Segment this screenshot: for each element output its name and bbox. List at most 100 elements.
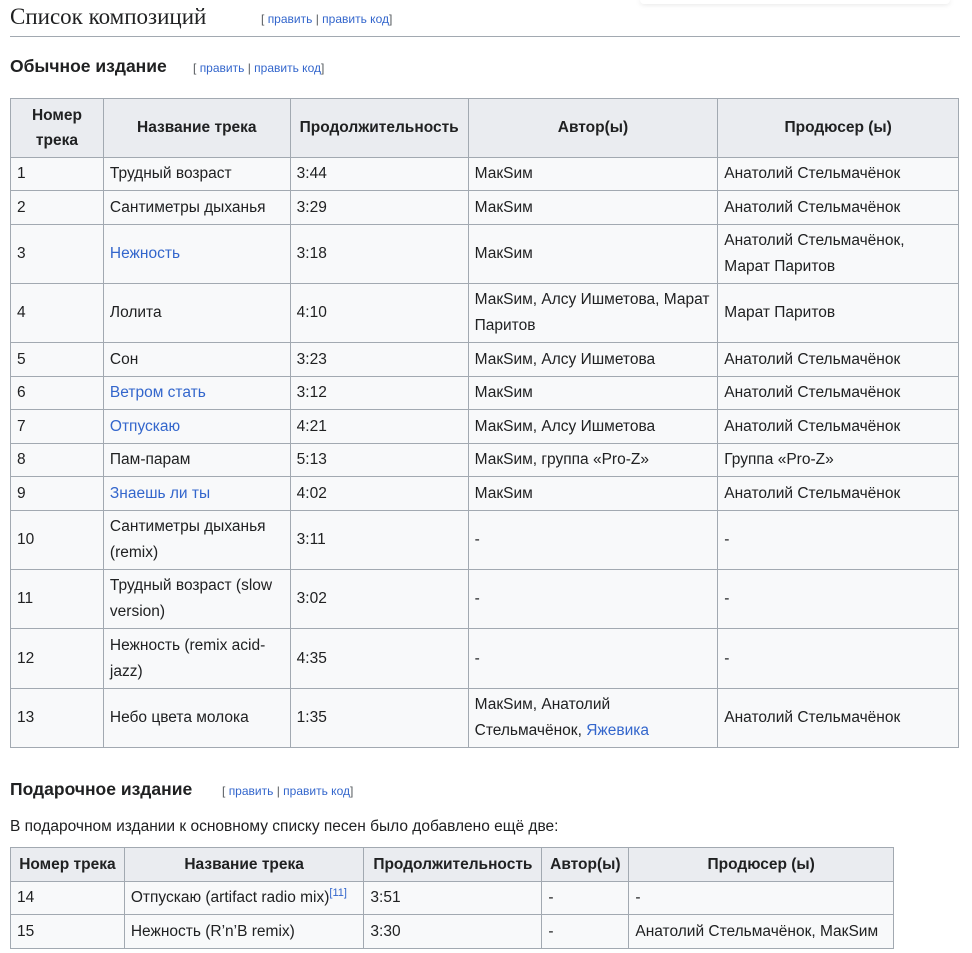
track-number: 8 — [10, 443, 104, 477]
track-producers: Анатолий Стельмачёнок, МакSим — [628, 914, 894, 949]
header-producers: Продюсер (ы) — [628, 847, 894, 882]
track-title: Нежность (remix acid-jazz) — [102, 628, 291, 689]
table-row: 1 Трудный возраст 3:44 МакSим Анатолий С… — [10, 157, 959, 191]
track-authors: МакSим — [467, 476, 719, 511]
track-title: Пам-парам — [102, 443, 291, 477]
edit-link[interactable]: править — [229, 784, 274, 798]
track-title-link[interactable]: Знаешь ли ты — [110, 485, 210, 502]
header-producers: Продюсер (ы) — [717, 98, 959, 158]
table-row: 14 Отпускаю (artifact radio mix)[11] 3:5… — [10, 881, 894, 915]
header-duration: Продолжительность — [289, 98, 469, 158]
track-title-text: Отпускаю (artifact radio mix) — [130, 889, 330, 906]
track-number: 14 — [10, 881, 125, 915]
track-number: 11 — [10, 569, 104, 629]
track-duration: 3:18 — [289, 224, 469, 284]
regular-heading: Обычное издание — [10, 56, 167, 76]
table-row: 13 Небо цвета молока 1:35 МакSим, Анатол… — [10, 688, 959, 748]
track-producers: - — [717, 569, 959, 629]
track-number: 13 — [10, 688, 104, 748]
track-producers: Анатолий Стельмачёнок — [717, 157, 959, 191]
gift-edit-links: [ править | править код] — [222, 784, 353, 798]
track-duration: 3:29 — [289, 190, 469, 225]
header-track-number: Номер трека — [10, 98, 104, 158]
table-row: 12 Нежность (remix acid-jazz) 4:35 - - — [10, 628, 959, 689]
header-track-number: Номер трека — [10, 847, 125, 882]
track-producers: - — [717, 510, 959, 570]
track-authors: МакSим, Алсу Ишметова — [467, 342, 719, 377]
track-duration: 4:21 — [289, 409, 469, 444]
table-row: 15 Нежность (R’n’B remix) 3:30 - Анатоли… — [10, 914, 894, 949]
track-title: Ветром стать — [102, 376, 291, 410]
track-title: Нежность — [102, 224, 291, 284]
track-title: Небо цвета молока — [102, 688, 291, 748]
track-number: 4 — [10, 283, 104, 343]
track-number: 10 — [10, 510, 104, 570]
separator: | — [247, 61, 251, 75]
track-authors: МакSим — [467, 224, 719, 284]
edit-link[interactable]: править — [200, 61, 245, 75]
track-title: Сон — [102, 342, 291, 377]
track-authors: МакSим — [467, 190, 719, 225]
separator: | — [315, 12, 319, 26]
table-row: 8 Пам-парам 5:13 МакSим, группа «Pro-Z» … — [10, 443, 959, 477]
track-title: Знаешь ли ты — [102, 476, 291, 511]
track-authors: МакSим, Анатолий Стельмачёнок, Яжевика — [467, 688, 719, 748]
table-row: 9 Знаешь ли ты 4:02 МакSим Анатолий Стел… — [10, 476, 959, 511]
track-authors: - — [467, 569, 719, 629]
author-link[interactable]: Яжевика — [586, 722, 649, 739]
track-title-link[interactable]: Ветром стать — [110, 384, 206, 401]
track-duration: 4:10 — [289, 283, 469, 343]
track-number: 5 — [10, 342, 104, 377]
track-producers: Анатолий Стельмачёнок, Марат Паритов — [717, 224, 959, 284]
track-authors: МакSим — [467, 376, 719, 410]
table-row: 3 Нежность 3:18 МакSим Анатолий Стельмач… — [10, 224, 959, 284]
track-number: 1 — [10, 157, 104, 191]
track-authors: МакSим, группа «Pro-Z» — [467, 443, 719, 477]
track-producers: Анатолий Стельмачёнок — [717, 409, 959, 444]
track-producers: Марат Паритов — [717, 283, 959, 343]
track-duration: 3:02 — [289, 569, 469, 629]
track-title: Сантиметры дыханья — [102, 190, 291, 225]
track-producers: Анатолий Стельмачёнок — [717, 342, 959, 377]
track-duration: 3:44 — [289, 157, 469, 191]
track-producers: Анатолий Стельмачёнок — [717, 376, 959, 410]
section-title: Список композиций — [10, 4, 207, 29]
track-number: 15 — [10, 914, 125, 949]
track-number: 9 — [10, 476, 104, 511]
track-title: Сантиметры дыханья (remix) — [102, 510, 291, 570]
table-row: 5 Сон 3:23 МакSим, Алсу Ишметова Анатоли… — [10, 342, 959, 377]
gift-heading: Подарочное издание — [10, 779, 193, 799]
edit-link[interactable]: править — [268, 12, 313, 26]
table-header-row: Номер трека Название трека Продолжительн… — [10, 847, 894, 882]
track-title-link[interactable]: Отпускаю — [110, 418, 180, 435]
track-producers: Анатолий Стельмачёнок — [717, 476, 959, 511]
track-number: 7 — [10, 409, 104, 444]
bracket-open: [ — [261, 12, 265, 26]
reference-link[interactable]: [11] — [329, 887, 347, 899]
track-title: Отпускаю — [102, 409, 291, 444]
bracket-open: [ — [222, 784, 226, 798]
table-row: 4 Лолита 4:10 МакSим, Алсу Ишметова, Мар… — [10, 283, 959, 343]
table-header-row: Номер трека Название трека Продолжительн… — [10, 98, 959, 158]
edit-code-link[interactable]: править код — [283, 784, 350, 798]
header-track-title: Название трека — [102, 98, 291, 158]
track-authors: МакSим — [467, 157, 719, 191]
bracket-close: ] — [320, 61, 325, 75]
track-number: 2 — [10, 190, 104, 225]
regular-tracklist-table: Номер трека Название трека Продолжительн… — [10, 98, 959, 748]
track-producers: Группа «Pro-Z» — [717, 443, 959, 477]
track-number: 3 — [10, 224, 104, 284]
track-producers: Анатолий Стельмачёнок — [717, 688, 959, 748]
gift-tracklist-table: Номер трека Название трека Продолжительн… — [10, 847, 894, 949]
section-header: Список композиций [ править | править ко… — [10, 0, 960, 37]
track-title-link[interactable]: Нежность — [110, 245, 180, 262]
track-duration: 3:30 — [363, 914, 543, 949]
edit-code-link[interactable]: править код — [322, 12, 389, 26]
table-row: 10 Сантиметры дыханья (remix) 3:11 - - — [10, 510, 959, 570]
table-row: 2 Сантиметры дыханья 3:29 МакSим Анатоли… — [10, 190, 959, 225]
track-title: Трудный возраст — [102, 157, 291, 191]
regular-edit-links: [ править | править код] — [193, 61, 324, 75]
track-number: 6 — [10, 376, 104, 410]
edit-code-link[interactable]: править код — [254, 61, 321, 75]
track-title: Трудный возраст (slow version) — [102, 569, 291, 629]
